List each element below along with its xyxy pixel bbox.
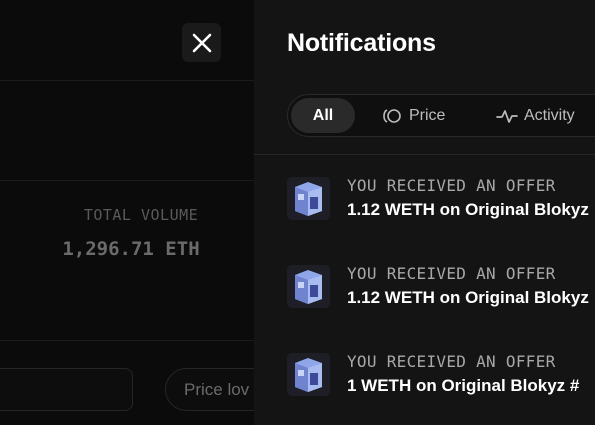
nft-thumbnail-icon — [287, 177, 330, 220]
divider — [0, 180, 254, 181]
search-input[interactable] — [0, 368, 133, 411]
tab-label: All — [312, 106, 334, 124]
tab-price[interactable]: Price — [381, 98, 445, 133]
close-button[interactable] — [182, 23, 221, 62]
notification-filter-tabs: All Price Activity — [287, 94, 595, 137]
divider — [0, 340, 254, 341]
sort-dropdown-label: Price lov — [184, 380, 250, 399]
notification-description: 1.12 WETH on Original Blokyz — [347, 200, 589, 219]
tab-all[interactable]: All — [291, 98, 355, 133]
notification-type: YOU RECEIVED AN OFFER — [347, 264, 556, 283]
tab-label: Price — [409, 106, 446, 124]
notifications-panel: Notifications All Price Activity YOU REC… — [254, 0, 595, 425]
divider — [0, 80, 254, 81]
notification-type: YOU RECEIVED AN OFFER — [347, 176, 556, 195]
notification-type: YOU RECEIVED AN OFFER — [347, 352, 556, 371]
notification-item[interactable]: YOU RECEIVED AN OFFER 1.12 WETH on Origi… — [287, 175, 595, 225]
nft-thumbnail-icon — [287, 353, 330, 396]
notification-item[interactable]: YOU RECEIVED AN OFFER 1 WETH on Original… — [287, 351, 595, 401]
nft-thumbnail-icon — [287, 265, 330, 308]
divider — [254, 154, 595, 155]
notification-item[interactable]: YOU RECEIVED AN OFFER 1.12 WETH on Origi… — [287, 263, 595, 313]
activity-icon — [496, 109, 518, 123]
close-icon — [192, 33, 211, 52]
tab-activity[interactable]: Activity — [496, 98, 575, 133]
tab-label: Activity — [524, 106, 575, 124]
notification-description: 1.12 WETH on Original Blokyz — [347, 288, 589, 307]
total-volume-value: 1,296.71 ETH — [62, 238, 200, 260]
notification-description: 1 WETH on Original Blokyz # — [347, 376, 580, 395]
panel-title: Notifications — [287, 29, 436, 57]
price-icon — [383, 108, 401, 123]
total-volume-label: TOTAL VOLUME — [83, 206, 199, 224]
